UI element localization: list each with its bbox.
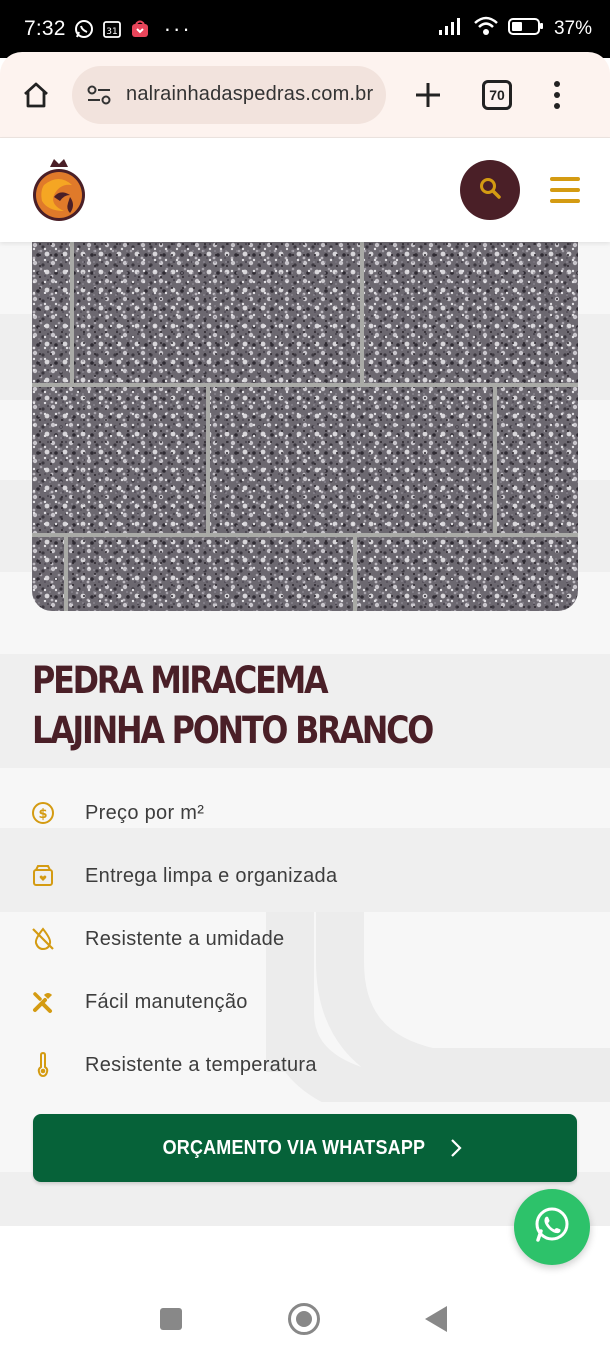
wifi-icon xyxy=(474,16,498,42)
plus-icon[interactable] xyxy=(408,75,448,115)
address-bar[interactable]: nalrainhadaspedras.com.br xyxy=(72,65,386,124)
whatsapp-quote-button[interactable]: ORÇAMENTO VIA WHATSAPP xyxy=(33,1114,577,1182)
status-time: 7:32 xyxy=(24,17,66,40)
feature-label: Resistente a temperatura xyxy=(85,1053,317,1076)
site-header xyxy=(0,138,610,242)
product-image xyxy=(32,242,578,611)
feature-label: Resistente a umidade xyxy=(85,927,285,950)
list-item: Resistente a umidade xyxy=(0,924,610,954)
chevron-right-icon xyxy=(450,1138,462,1158)
tune-icon[interactable] xyxy=(84,80,114,110)
signal-icon xyxy=(438,16,464,42)
list-item: Entrega limpa e organizada xyxy=(0,861,610,891)
box-heart-icon xyxy=(30,863,56,889)
shopping-notification-icon xyxy=(130,19,150,39)
whatsapp-float-button[interactable] xyxy=(514,1189,590,1265)
battery-percent: 37% xyxy=(553,18,592,39)
whatsapp-icon xyxy=(532,1205,572,1250)
tab-switcher-button[interactable]: 70 xyxy=(482,79,512,110)
no-water-drop-icon xyxy=(30,926,56,952)
calendar-notification-icon: 31 xyxy=(102,19,122,39)
product-section: PEDRA MIRACEMA LAJINHA PONTO BRANCO $ Pr… xyxy=(0,242,610,1226)
search-icon xyxy=(479,177,501,204)
feature-label: Entrega limpa e organizada xyxy=(85,864,338,887)
list-item: $ Preço por m² xyxy=(0,798,610,828)
battery-icon xyxy=(507,16,544,42)
whatsapp-notification-icon xyxy=(74,19,94,39)
home-button[interactable] xyxy=(288,1303,320,1335)
tab-count: 70 xyxy=(489,86,505,103)
product-title-line2: LAJINHA PONTO BRANCO xyxy=(32,709,434,752)
browser-toolbar: nalrainhadaspedras.com.br 70 xyxy=(0,52,610,138)
cta-label: ORÇAMENTO VIA WHATSAPP xyxy=(162,1136,426,1159)
product-title: PEDRA MIRACEMA LAJINHA PONTO BRANCO xyxy=(32,656,434,756)
list-item: Resistente a temperatura xyxy=(0,1050,610,1080)
thermometer-icon xyxy=(30,1052,56,1078)
feature-label: Fácil manutenção xyxy=(85,990,248,1013)
more-notifications: ··· xyxy=(163,16,192,41)
page: 7:32 31 ··· 37% nalrainhadaspedras.com.b… xyxy=(0,0,610,1356)
back-button[interactable] xyxy=(425,1306,447,1332)
url-text[interactable]: nalrainhadaspedras.com.br xyxy=(126,83,373,106)
more-vert-icon[interactable] xyxy=(552,80,562,109)
list-item: Fácil manutenção xyxy=(0,987,610,1017)
search-button[interactable] xyxy=(460,160,520,220)
svg-text:$: $ xyxy=(38,807,47,822)
status-bar: 7:32 31 ··· 37% xyxy=(0,0,610,58)
product-title-line1: PEDRA MIRACEMA xyxy=(32,659,329,702)
dollar-circle-icon: $ xyxy=(30,800,56,826)
hamburger-icon[interactable] xyxy=(550,177,580,203)
site-logo[interactable] xyxy=(30,155,88,225)
feature-label: Preço por m² xyxy=(85,801,205,824)
tools-icon xyxy=(30,989,56,1015)
calendar-day: 31 xyxy=(106,27,117,37)
home-icon[interactable] xyxy=(18,77,54,113)
recents-button[interactable] xyxy=(160,1308,182,1330)
